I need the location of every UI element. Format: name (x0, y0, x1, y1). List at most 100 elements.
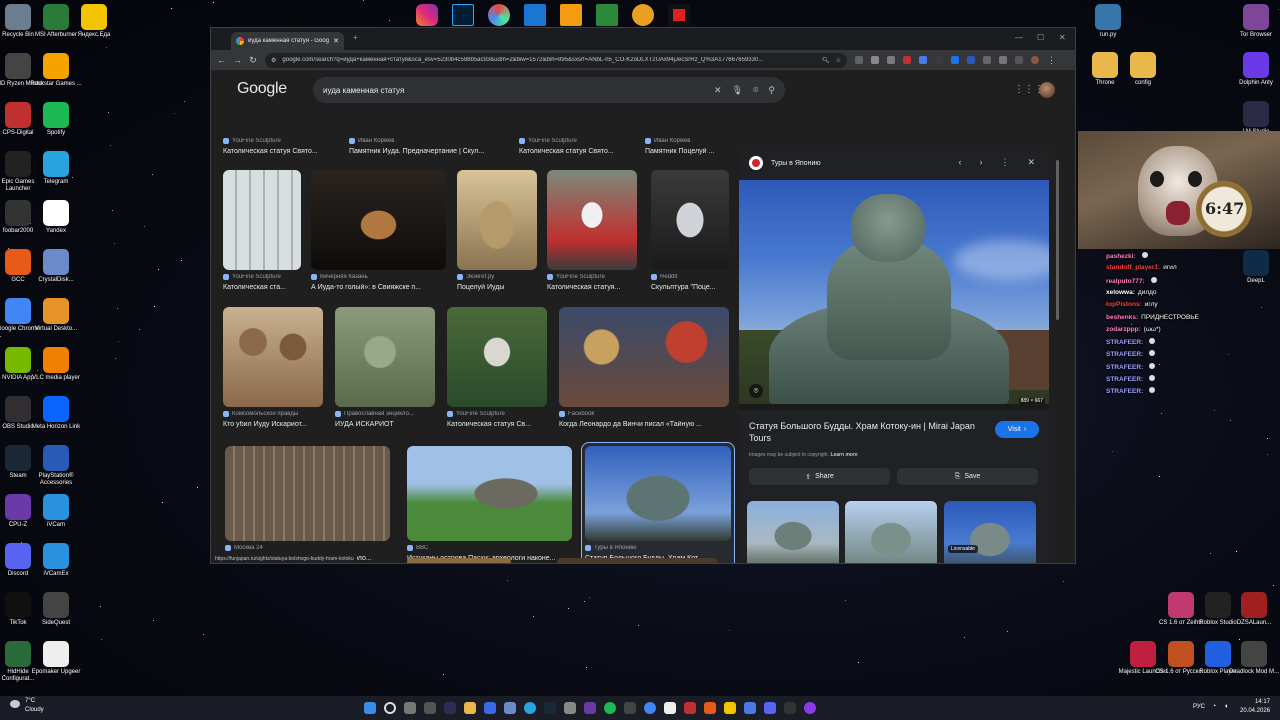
desktop-icon[interactable]: Spotify (32, 102, 80, 150)
related-image[interactable]: Licensable Freepik (944, 501, 1036, 564)
result-source[interactable]: Православная энцикло... (335, 411, 435, 417)
visit-button[interactable]: Visit › (995, 421, 1039, 438)
related-source[interactable]: Freepik (946, 563, 975, 564)
image-result-thumbnail[interactable] (447, 307, 547, 407)
related-image[interactable] (845, 501, 937, 563)
image-result-thumbnail[interactable] (547, 170, 637, 270)
browser-tab[interactable]: иуда каменная статуя - Googl ✕ (231, 32, 344, 50)
close-tab-icon[interactable]: ✕ (333, 37, 339, 45)
desktop-icon[interactable]: iVCamEx (32, 543, 80, 591)
steam-icon[interactable] (544, 702, 556, 714)
result-caption[interactable]: Католическая статуя... (547, 284, 637, 291)
start-button[interactable] (364, 702, 376, 714)
search-box[interactable]: иуда каменная статуя ✕ 🎙︎ ⌾ ⚲ (313, 77, 785, 103)
app-icon[interactable] (624, 702, 636, 714)
omnibox[interactable]: ⚙ google.com/search?q=иуда+каменная+стат… (265, 52, 847, 68)
result-caption[interactable]: Кто убил Иуду Искариот... (223, 421, 323, 428)
prev-icon[interactable]: ‹ (958, 157, 961, 168)
result-source[interactable]: Экзегет.ру (457, 274, 537, 280)
learn-more-link[interactable]: Learn more (830, 452, 857, 458)
google-logo[interactable]: Google (237, 80, 287, 98)
result-source[interactable]: Комсомольской правды (223, 411, 323, 417)
result-source[interactable]: Туры в Японию (585, 545, 731, 551)
share-button[interactable]: ⇪ Share (749, 468, 890, 485)
desktop-icon[interactable]: Deadlock Mod M... (1229, 641, 1279, 689)
app-icon[interactable] (704, 702, 716, 714)
photoshop-icon[interactable] (452, 4, 474, 26)
app-icon[interactable] (724, 702, 736, 714)
image-result-thumbnail[interactable] (407, 558, 511, 563)
volume-icon[interactable]: ◖ (1224, 703, 1228, 710)
close-window-button[interactable]: ✕ (1059, 33, 1066, 42)
related-image[interactable]: Мои 100 дорог (747, 501, 839, 563)
desktop-icon[interactable]: Epomaker Upgeer (32, 641, 80, 689)
desktop-icon[interactable]: Telegram (32, 151, 80, 199)
record-icon[interactable] (668, 4, 690, 26)
image-result-thumbnail[interactable] (559, 307, 729, 407)
desktop-icon[interactable]: DeepL (1232, 250, 1280, 298)
result-caption[interactable]: Католическая статуя Свято... (223, 148, 341, 155)
task-view-icon[interactable] (404, 702, 416, 714)
image-result-thumbnail[interactable] (223, 170, 301, 270)
site-info-icon[interactable]: ⚙ (271, 57, 276, 64)
search-input[interactable]: иуда каменная статуя (323, 86, 704, 95)
clear-icon[interactable]: ✕ (714, 85, 722, 96)
panel-site-name[interactable]: Туры в Японию (771, 160, 821, 167)
panel-scrollbar[interactable] (1056, 160, 1059, 320)
result-source[interactable]: Вечерняя Казань (311, 274, 446, 280)
davinci-icon[interactable] (488, 4, 510, 26)
fl-studio-icon[interactable] (560, 4, 582, 26)
clock-time[interactable]: 14:17 (1255, 699, 1270, 705)
more-icon[interactable]: ⋮ (1000, 157, 1009, 168)
desktop-icon[interactable]: Virtual Deskto... (32, 298, 80, 346)
clock-date[interactable]: 20.04.2026 (1240, 708, 1270, 714)
search-icon[interactable]: ⚲ (768, 85, 775, 96)
extension-icon[interactable] (983, 56, 991, 64)
instagram-icon[interactable] (416, 4, 438, 26)
reload-icon[interactable]: ↻ (249, 55, 257, 66)
desktop-icon[interactable]: Dolphin Anty (1232, 52, 1280, 100)
app-icon[interactable] (504, 702, 516, 714)
image-result-thumbnail[interactable] (557, 558, 717, 563)
result-caption[interactable]: Скульптура "Поце... (651, 284, 729, 291)
extension-icon[interactable] (871, 56, 879, 64)
app-icon[interactable] (584, 702, 596, 714)
result-caption[interactable]: Католическая статуя Св... (447, 421, 547, 428)
desktop-icon[interactable]: Tor Browser (1232, 4, 1280, 52)
result-source[interactable]: YouFine Sculpture (447, 411, 547, 417)
panel-title[interactable]: Статуя Большого Будды. Храм Котоку-ин | … (749, 420, 979, 444)
result-caption[interactable]: Когда Леонардо да Винчи писал «Тайную ..… (559, 421, 729, 428)
search-icon[interactable] (384, 702, 396, 714)
image-result-thumbnail[interactable] (457, 170, 537, 270)
sidepanel-icon[interactable] (1015, 56, 1023, 64)
desktop-icon[interactable]: Rockstar Games ... (30, 53, 82, 101)
result-source[interactable]: YouFine Sculpture (223, 274, 301, 280)
extension-icon[interactable] (887, 56, 895, 64)
result-source[interactable]: BBC (407, 545, 572, 551)
maximize-button[interactable]: ☐ (1037, 33, 1044, 42)
image-result-thumbnail[interactable] (335, 307, 435, 407)
terminal-icon[interactable] (444, 702, 456, 714)
app-icon[interactable] (804, 702, 816, 714)
app-icon[interactable] (596, 4, 618, 26)
desktop-icon[interactable]: DZSALaun... (1230, 592, 1278, 640)
result-caption[interactable]: Католическая статуя Свято... (519, 148, 637, 155)
network-icon[interactable]: ◔ (1212, 703, 1216, 710)
extension-icon[interactable] (951, 56, 959, 64)
spotify-icon[interactable] (604, 702, 616, 714)
lens-search-icon[interactable]: ⌾ (749, 384, 763, 398)
app-icon[interactable] (684, 702, 696, 714)
profile-avatar[interactable] (1031, 56, 1039, 64)
bookmark-star-icon[interactable]: ☆ (836, 57, 841, 64)
desktop-icon[interactable]: PlayStation® Accessories (32, 445, 80, 493)
result-source[interactable]: Facebook (559, 411, 729, 417)
desktop-icon[interactable]: iVCam (32, 494, 80, 542)
forward-icon[interactable]: → (233, 55, 242, 65)
extension-icon[interactable] (903, 56, 911, 64)
extension-icon[interactable] (919, 56, 927, 64)
result-caption[interactable]: Поцелуй Иуды (457, 284, 537, 291)
desktop-icon[interactable]: Meta Horizon Link (32, 396, 80, 444)
chrome-icon[interactable] (644, 702, 656, 714)
desktop-icon[interactable]: CrystalDisk... (32, 249, 80, 297)
puzzle-extensions-icon[interactable] (999, 56, 1007, 64)
